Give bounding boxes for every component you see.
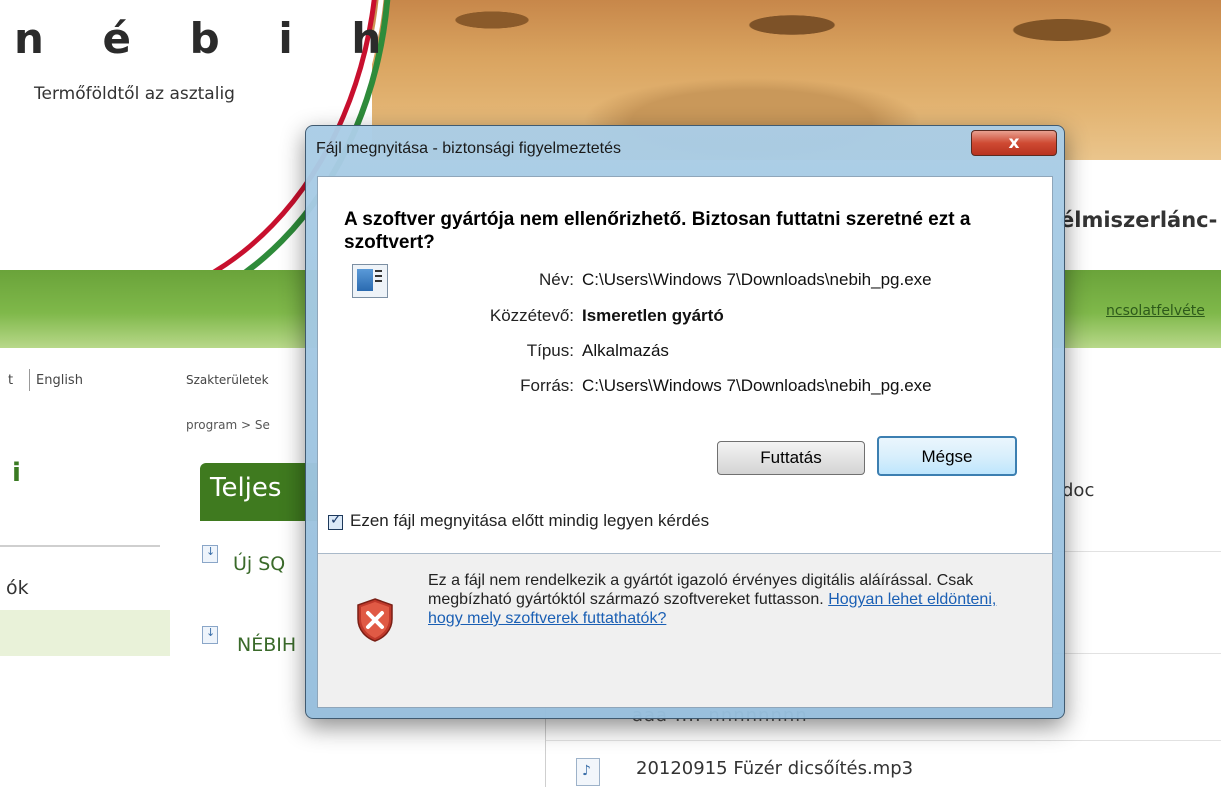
content-tab-label: Teljes: [210, 473, 282, 503]
type-label: Típus:: [526, 341, 574, 360]
download-icon: [202, 545, 218, 563]
site-logo[interactable]: n é b i h: [14, 14, 403, 63]
type-value: Alkalmazás: [582, 341, 669, 360]
security-warning-dialog: Fájl megnyitása - biztonsági figyelmezte…: [305, 125, 1065, 719]
run-button[interactable]: Futtatás: [717, 441, 865, 475]
warning-message: Ez a fájl nem rendelkezik a gyártót igaz…: [428, 571, 1028, 628]
browser-page: n é b i h Termőföldtől az asztalig élmis…: [0, 0, 1221, 787]
name-value: C:\Users\Windows 7\Downloads\nebih_pg.ex…: [582, 270, 932, 289]
sidebar-item-highlight[interactable]: [0, 610, 170, 656]
source-value: C:\Users\Windows 7\Downloads\nebih_pg.ex…: [582, 376, 932, 395]
name-label: Név:: [539, 270, 574, 289]
dialog-title: Fájl megnyitása - biztonsági figyelmezte…: [316, 140, 622, 157]
site-tagline: Termőföldtől az asztalig: [34, 84, 235, 104]
always-ask-label[interactable]: Ezen fájl megnyitása előtt mindig legyen…: [350, 511, 709, 531]
dialog-body: A szoftver gyártója nem ellenőrizhető. B…: [317, 176, 1053, 708]
language-english-link[interactable]: English: [36, 373, 83, 388]
close-button[interactable]: x: [971, 130, 1057, 156]
publisher-label: Közzétevő:: [489, 306, 574, 325]
contact-link[interactable]: ncsolatfelvéte: [1106, 303, 1205, 319]
close-icon: x: [1008, 133, 1020, 153]
sidebar-divider: [0, 545, 160, 547]
file-name-fragment[interactable]: doc: [1062, 480, 1094, 501]
shield-error-icon: [357, 598, 393, 642]
content-item-link[interactable]: NÉBIH: [237, 634, 296, 656]
dialog-heading: A szoftver gyártója nem ellenőrizhető. B…: [344, 209, 971, 253]
file-row-divider: [546, 740, 1221, 741]
audio-file-icon: [576, 758, 600, 786]
sidebar-heading: i: [12, 458, 21, 488]
download-icon: [202, 626, 218, 644]
always-ask-checkbox[interactable]: ✓: [328, 512, 343, 530]
file-name-mp3[interactable]: 20120915 Füzér dicsőítés.mp3: [636, 758, 913, 779]
language-separator: [29, 369, 30, 391]
content-item-link[interactable]: Új SQ: [233, 553, 285, 575]
sidebar-item[interactable]: ók: [6, 577, 29, 599]
checkmark-icon: ✓: [330, 512, 342, 528]
publisher-value: Ismeretlen gyártó: [582, 306, 724, 325]
source-label: Forrás:: [520, 376, 574, 395]
breadcrumb-top[interactable]: Szakterületek: [186, 373, 269, 387]
cancel-button[interactable]: Mégse: [877, 436, 1017, 476]
header-title-fragment: élmiszerlánc-: [1060, 208, 1218, 232]
breadcrumb[interactable]: program > Se: [186, 418, 270, 432]
language-link-prefix[interactable]: t: [8, 373, 13, 388]
